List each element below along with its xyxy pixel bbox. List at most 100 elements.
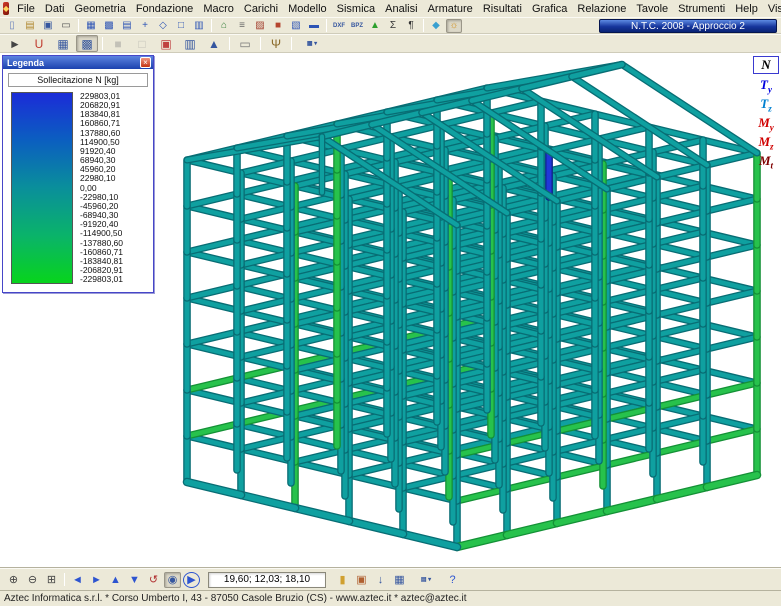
legend-value: -229803,01 [80, 275, 123, 284]
rotate-view-icon[interactable]: ↺ [145, 572, 162, 588]
menu-fondazione[interactable]: Fondazione [131, 2, 199, 16]
result-component-tz[interactable]: Tz [753, 95, 779, 114]
result-component-mz[interactable]: Mz [753, 133, 779, 152]
menu-viste[interactable]: Viste [763, 2, 781, 16]
mesh-grid-glyph: ▩ [104, 20, 113, 31]
print-icon[interactable]: ▭ [58, 19, 74, 33]
beam-release-icon[interactable]: U [28, 35, 50, 52]
menu-risultati[interactable]: Risultati [478, 2, 527, 16]
sum-icon[interactable]: Σ [385, 19, 401, 33]
menu-relazione[interactable]: Relazione [572, 2, 631, 16]
legend-titlebar[interactable]: Legenda × [3, 56, 153, 69]
pan-left-glyph: ◄ [72, 574, 83, 586]
result-component-ty[interactable]: Ty [753, 76, 779, 95]
play-animation-icon[interactable]: ▶ [183, 572, 200, 588]
chart-icon[interactable]: ▲ [367, 19, 383, 33]
menu-macro[interactable]: Macro [198, 2, 239, 16]
zoom-window-icon[interactable]: ⊞ [43, 572, 60, 588]
menu-help[interactable]: Help [730, 2, 763, 16]
select-pointer-icon[interactable]: ► [4, 35, 26, 52]
menu-dati[interactable]: Dati [40, 2, 70, 16]
close-icon[interactable]: × [140, 57, 151, 68]
beam-release-glyph: U [35, 37, 44, 51]
render-model-icon[interactable]: ▣ [155, 35, 177, 52]
grid-settings-icon[interactable]: ▦ [391, 572, 408, 588]
stairs-icon[interactable]: ≡ [234, 19, 250, 33]
new-document-icon[interactable]: ▯ [4, 19, 20, 33]
solid-frame-icon[interactable]: ▩ [76, 35, 98, 52]
dxf-export-glyph: DXF [333, 23, 345, 29]
wire-frame-icon[interactable]: ▦ [52, 35, 74, 52]
diagram-icon[interactable]: ▲ [203, 35, 225, 52]
elevation-view-icon[interactable]: ▥ [191, 19, 207, 33]
menu-geometria[interactable]: Geometria [69, 2, 130, 16]
render-icon[interactable]: ◆ [428, 19, 444, 33]
beam-icon[interactable]: ▬ [306, 19, 322, 33]
tree-view-icon[interactable]: Ψ [265, 35, 287, 52]
extents-icon[interactable]: ◇ [155, 19, 171, 33]
mesh-grid-icon[interactable]: ▩ [101, 19, 117, 33]
materials-icon[interactable]: ▮ [334, 572, 351, 588]
brick-icon[interactable]: ■ [270, 19, 286, 33]
viewport: Legenda × Sollecitazione N [kg] 229803,0… [0, 53, 781, 568]
plan-view-glyph: □ [178, 20, 184, 31]
menu-grafica[interactable]: Grafica [527, 2, 572, 16]
bottom-toolbar-right: ▮▣↓▦ ▤ ▾? [333, 572, 462, 588]
bpz-icon[interactable]: BPZ [349, 19, 365, 33]
play-animation-glyph: ▶ [187, 573, 195, 586]
pan-up-icon[interactable]: ▲ [107, 572, 124, 588]
window-layout-dropdown-glyph: ▤ ▾ [421, 576, 431, 583]
pan-left-icon[interactable]: ◄ [69, 572, 86, 588]
plan-view-icon[interactable]: □ [173, 19, 189, 33]
result-component-n[interactable]: N [753, 56, 779, 74]
pan-down-icon[interactable]: ▼ [126, 572, 143, 588]
node-grid-icon[interactable]: ▦ [83, 19, 99, 33]
zoom-window-glyph: ⊞ [47, 573, 56, 586]
axes-icon[interactable]: + [137, 19, 153, 33]
data-table-icon[interactable]: ▤ [119, 19, 135, 33]
legend-subtitle: Sollecitazione N [kg] [8, 73, 148, 87]
report-glyph: ¶ [408, 20, 413, 31]
view-mode-dropdown-glyph: ▦ ▾ [307, 40, 317, 47]
pan-right-icon[interactable]: ► [88, 572, 105, 588]
result-component-my[interactable]: My [753, 114, 779, 133]
dynamic-view-icon[interactable]: ◉ [164, 572, 181, 588]
result-component-mt[interactable]: Mt [753, 152, 779, 171]
application-window: ◆ FileDatiGeometriaFondazioneMacroCarich… [0, 0, 781, 606]
menu-strumenti[interactable]: Strumenti [673, 2, 730, 16]
report-icon[interactable]: ¶ [403, 19, 419, 33]
zoom-out-icon[interactable]: ⊖ [24, 572, 41, 588]
sum-glyph: Σ [390, 20, 396, 31]
snapshot-icon[interactable]: ▣ [353, 572, 370, 588]
extents-glyph: ◇ [159, 20, 167, 31]
section-icon[interactable]: ▧ [288, 19, 304, 33]
menu-tavole[interactable]: Tavole [631, 2, 673, 16]
zoom-in-icon[interactable]: ⊕ [5, 572, 22, 588]
building-icon[interactable]: ⌂ [216, 19, 232, 33]
mode-shape-glyph: ▥ [184, 37, 195, 51]
zoom-out-glyph: ⊖ [28, 573, 37, 586]
menu-modello[interactable]: Modello [283, 2, 332, 16]
pan-up-glyph: ▲ [110, 574, 121, 586]
menu-armature[interactable]: Armature [423, 2, 478, 16]
menu-sismica[interactable]: Sismica [332, 2, 381, 16]
save-icon[interactable]: ▣ [40, 19, 56, 33]
export-image-icon[interactable]: ↓ [372, 572, 389, 588]
menu-file[interactable]: File [12, 2, 40, 16]
wall-icon[interactable]: ▨ [252, 19, 268, 33]
wall-glyph: ▨ [255, 20, 264, 31]
menu-analisi[interactable]: Analisi [380, 2, 422, 16]
view-mode-dropdown[interactable]: ▦ ▾ [296, 35, 328, 52]
dxf-export-icon[interactable]: DXF [331, 19, 347, 33]
mode-shape-icon[interactable]: ▥ [179, 35, 201, 52]
window-layout-dropdown[interactable]: ▤ ▾ [410, 572, 442, 588]
open-model-icon[interactable]: ▤ [22, 19, 38, 33]
menu-carichi[interactable]: Carichi [239, 2, 283, 16]
light-icon[interactable]: ☼ [446, 19, 462, 33]
data-table-glyph: ▤ [122, 20, 131, 31]
coordinates-input[interactable] [208, 572, 326, 588]
print-glyph: ▭ [61, 20, 70, 31]
beam-glyph: ▬ [309, 20, 319, 31]
help-icon[interactable]: ? [444, 572, 461, 588]
measure-icon[interactable]: ▭ [234, 35, 256, 52]
